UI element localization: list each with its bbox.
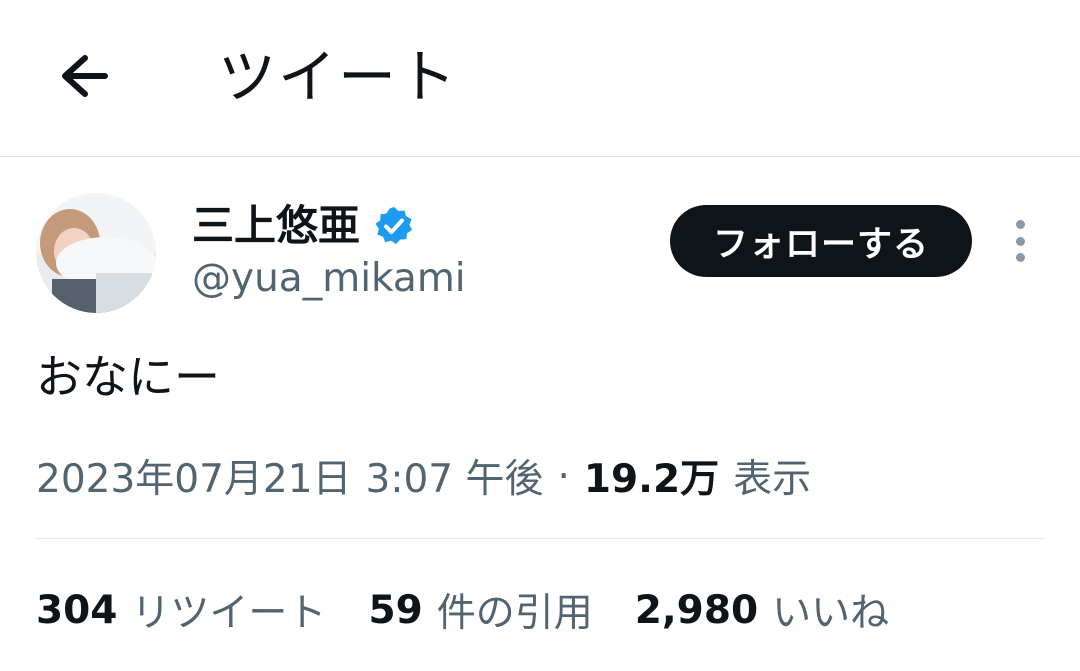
follow-button[interactable]: フォローする [670, 205, 972, 277]
more-dot [1015, 236, 1025, 246]
display-name-row: 三上悠亜 [192, 196, 414, 256]
display-name[interactable]: 三上悠亜 [192, 198, 360, 254]
tweet-detail-page: ツイート 三上悠亜 @yua_mikami フォローする おなにー 2023年0… [0, 0, 1080, 671]
divider [36, 538, 1044, 539]
quotes-count: 59 [368, 587, 423, 633]
tweet-date[interactable]: 2023年07月21日 [36, 448, 352, 504]
retweets-stat[interactable]: 304 リツイート [36, 582, 326, 638]
header: ツイート [0, 0, 1080, 157]
user-handle[interactable]: @yua_mikami [192, 254, 466, 304]
likes-stat[interactable]: 2,980 いいね [635, 582, 889, 638]
avatar[interactable] [36, 193, 156, 313]
arrow-left-icon [62, 55, 108, 97]
views-count: 19.2万 [583, 457, 720, 502]
avatar-photo [36, 193, 156, 313]
quotes-label: 件の引用 [436, 591, 593, 636]
tweet-meta: 2023年07月21日 3:07 午後 · 19.2万 表示 [36, 446, 811, 506]
views-label: 表示 [733, 457, 812, 502]
more-options-button[interactable] [1000, 216, 1040, 266]
more-dot [1015, 253, 1025, 262]
page-title: ツイート [218, 43, 459, 111]
more-vertical-icon [1015, 220, 1025, 229]
back-button[interactable] [52, 44, 116, 108]
tweet-text: おなにー [36, 350, 220, 404]
verified-badge-icon [374, 206, 414, 246]
tweet-stats: 304 リツイート 59 件の引用 2,980 いいね [36, 580, 931, 640]
likes-label: いいね [772, 591, 890, 636]
retweets-count: 304 [36, 587, 118, 633]
tweet-time[interactable]: 3:07 午後 [366, 448, 544, 504]
meta-separator: · [557, 453, 570, 499]
retweets-label: リツイート [131, 591, 327, 636]
likes-count: 2,980 [634, 587, 759, 633]
quotes-stat[interactable]: 59 件の引用 [368, 582, 592, 638]
